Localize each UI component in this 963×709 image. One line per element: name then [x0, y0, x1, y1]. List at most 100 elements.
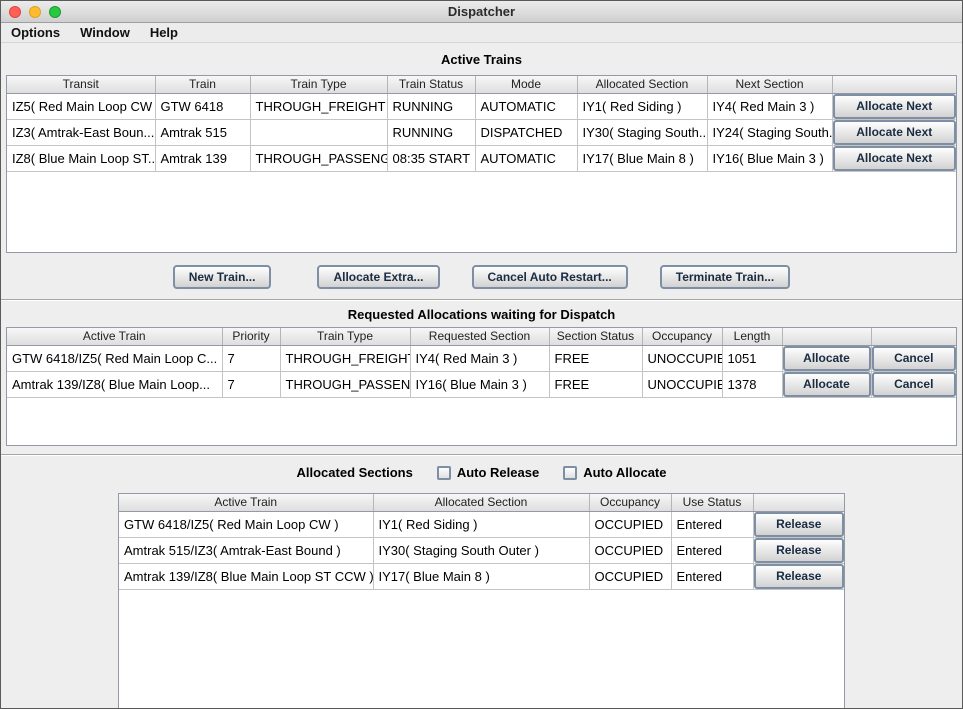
- allocate-extra-button[interactable]: Allocate Extra...: [317, 265, 439, 289]
- cell-length: 1051: [722, 345, 782, 371]
- col-header-use-status[interactable]: Use Status: [671, 494, 753, 511]
- table-row: GTW 6418/IZ5( Red Main Loop CW ) IY1( Re…: [119, 511, 844, 537]
- col-header-train-type[interactable]: Train Type: [280, 328, 410, 345]
- cell-use-status: Entered: [671, 511, 753, 537]
- cell-train-type: THROUGH_PASSEN...: [280, 371, 410, 397]
- cell-section-status: FREE: [549, 371, 642, 397]
- zoom-window-icon[interactable]: [49, 6, 61, 18]
- table-row: IZ3( Amtrak-East Boun... Amtrak 515 RUNN…: [7, 119, 956, 145]
- auto-release-label: Auto Release: [457, 465, 539, 480]
- cell-priority: 7: [222, 345, 280, 371]
- allocated-sections-title: Allocated Sections: [297, 465, 413, 480]
- table-row: IZ8( Blue Main Loop ST... Amtrak 139 THR…: [7, 145, 956, 171]
- terminate-train-button[interactable]: Terminate Train...: [660, 265, 790, 289]
- allocate-next-button[interactable]: Allocate Next: [833, 146, 957, 171]
- cell-next-section: IY24( Staging South...: [707, 119, 832, 145]
- col-header-action: [832, 76, 956, 93]
- cell-allocated-section: IY1( Red Siding ): [373, 511, 589, 537]
- menu-options[interactable]: Options: [11, 25, 60, 40]
- new-train-button[interactable]: New Train...: [173, 265, 272, 289]
- cell-train-status: RUNNING: [387, 119, 475, 145]
- allocate-button[interactable]: Allocate: [783, 346, 871, 371]
- cell-occupancy: OCCUPIED: [589, 563, 671, 589]
- cell-next-section: IY16( Blue Main 3 ): [707, 145, 832, 171]
- release-button[interactable]: Release: [754, 564, 845, 589]
- col-header-occupancy[interactable]: Occupancy: [589, 494, 671, 511]
- cell-allocated-section: IY30( Staging South Outer ): [373, 537, 589, 563]
- cell-allocated-section: IY17( Blue Main 8 ): [577, 145, 707, 171]
- cell-requested-section: IY4( Red Main 3 ): [410, 345, 549, 371]
- allocate-next-button[interactable]: Allocate Next: [833, 120, 957, 145]
- requested-allocations-title: Requested Allocations waiting for Dispat…: [1, 301, 962, 327]
- auto-allocate-label: Auto Allocate: [583, 465, 666, 480]
- cell-train-type: THROUGH_PASSENGER: [250, 145, 387, 171]
- cell-occupancy: UNOCCUPIED: [642, 371, 722, 397]
- allocated-sections-table: Active Train Allocated Section Occupancy…: [118, 493, 845, 709]
- cell-mode: DISPATCHED: [475, 119, 577, 145]
- window-title: Dispatcher: [1, 4, 962, 19]
- allocated-sections-header-row: Active Train Allocated Section Occupancy…: [119, 494, 844, 511]
- cell-transit: IZ3( Amtrak-East Boun...: [7, 119, 155, 145]
- cancel-button[interactable]: Cancel: [872, 372, 957, 397]
- menubar: Options Window Help: [1, 23, 962, 43]
- allocate-next-button[interactable]: Allocate Next: [833, 94, 957, 119]
- cell-train: Amtrak 139: [155, 145, 250, 171]
- release-button[interactable]: Release: [754, 512, 845, 537]
- cell-active-train: GTW 6418/IZ5( Red Main Loop C...: [7, 345, 222, 371]
- col-header-cancel: [871, 328, 956, 345]
- allocate-button[interactable]: Allocate: [783, 372, 871, 397]
- active-trains-table: Transit Train Train Type Train Status Mo…: [6, 75, 957, 253]
- cell-requested-section: IY16( Blue Main 3 ): [410, 371, 549, 397]
- cell-transit: IZ5( Red Main Loop CW ): [7, 93, 155, 119]
- checkbox-icon[interactable]: [563, 466, 577, 480]
- col-header-release: [753, 494, 844, 511]
- release-button[interactable]: Release: [754, 538, 845, 563]
- close-window-icon[interactable]: [9, 6, 21, 18]
- col-header-transit[interactable]: Transit: [7, 76, 155, 93]
- col-header-section-status[interactable]: Section Status: [549, 328, 642, 345]
- cell-train-type: [250, 119, 387, 145]
- table-row: Amtrak 139/IZ8( Blue Main Loop... 7 THRO…: [7, 371, 956, 397]
- cell-occupancy: OCCUPIED: [589, 511, 671, 537]
- cell-train-status: 08:35 START: [387, 145, 475, 171]
- cancel-button[interactable]: Cancel: [872, 346, 957, 371]
- cell-train-status: RUNNING: [387, 93, 475, 119]
- col-header-occupancy[interactable]: Occupancy: [642, 328, 722, 345]
- col-header-train[interactable]: Train: [155, 76, 250, 93]
- col-header-train-status[interactable]: Train Status: [387, 76, 475, 93]
- menu-help[interactable]: Help: [150, 25, 178, 40]
- col-header-active-train[interactable]: Active Train: [119, 494, 373, 511]
- cell-allocated-section: IY17( Blue Main 8 ): [373, 563, 589, 589]
- col-header-active-train[interactable]: Active Train: [7, 328, 222, 345]
- cell-active-train: Amtrak 139/IZ8( Blue Main Loop ST CCW ): [119, 563, 373, 589]
- col-header-priority[interactable]: Priority: [222, 328, 280, 345]
- cell-occupancy: OCCUPIED: [589, 537, 671, 563]
- minimize-window-icon[interactable]: [29, 6, 41, 18]
- col-header-requested-section[interactable]: Requested Section: [410, 328, 549, 345]
- menu-window[interactable]: Window: [80, 25, 130, 40]
- col-header-allocated-section[interactable]: Allocated Section: [577, 76, 707, 93]
- col-header-allocated-section[interactable]: Allocated Section: [373, 494, 589, 511]
- titlebar: Dispatcher: [1, 1, 962, 23]
- cell-train-type: THROUGH_FREIGHT: [250, 93, 387, 119]
- cell-transit: IZ8( Blue Main Loop ST...: [7, 145, 155, 171]
- cell-train: Amtrak 515: [155, 119, 250, 145]
- col-header-allocate: [782, 328, 871, 345]
- col-header-next-section[interactable]: Next Section: [707, 76, 832, 93]
- table-row: Amtrak 515/IZ3( Amtrak-East Bound ) IY30…: [119, 537, 844, 563]
- cell-active-train: Amtrak 515/IZ3( Amtrak-East Bound ): [119, 537, 373, 563]
- dispatcher-window: Dispatcher Options Window Help Active Tr…: [0, 0, 963, 709]
- active-trains-title: Active Trains: [1, 43, 962, 75]
- cell-allocated-section: IY1( Red Siding ): [577, 93, 707, 119]
- cancel-auto-restart-button[interactable]: Cancel Auto Restart...: [472, 265, 628, 289]
- col-header-train-type[interactable]: Train Type: [250, 76, 387, 93]
- auto-allocate-checkbox[interactable]: Auto Allocate: [563, 465, 666, 480]
- window-controls: [9, 6, 61, 18]
- cell-active-train: GTW 6418/IZ5( Red Main Loop CW ): [119, 511, 373, 537]
- col-header-mode[interactable]: Mode: [475, 76, 577, 93]
- cell-train-type: THROUGH_FREIGHT: [280, 345, 410, 371]
- auto-release-checkbox[interactable]: Auto Release: [437, 465, 539, 480]
- requested-allocations-header-row: Active Train Priority Train Type Request…: [7, 328, 956, 345]
- col-header-length[interactable]: Length: [722, 328, 782, 345]
- checkbox-icon[interactable]: [437, 466, 451, 480]
